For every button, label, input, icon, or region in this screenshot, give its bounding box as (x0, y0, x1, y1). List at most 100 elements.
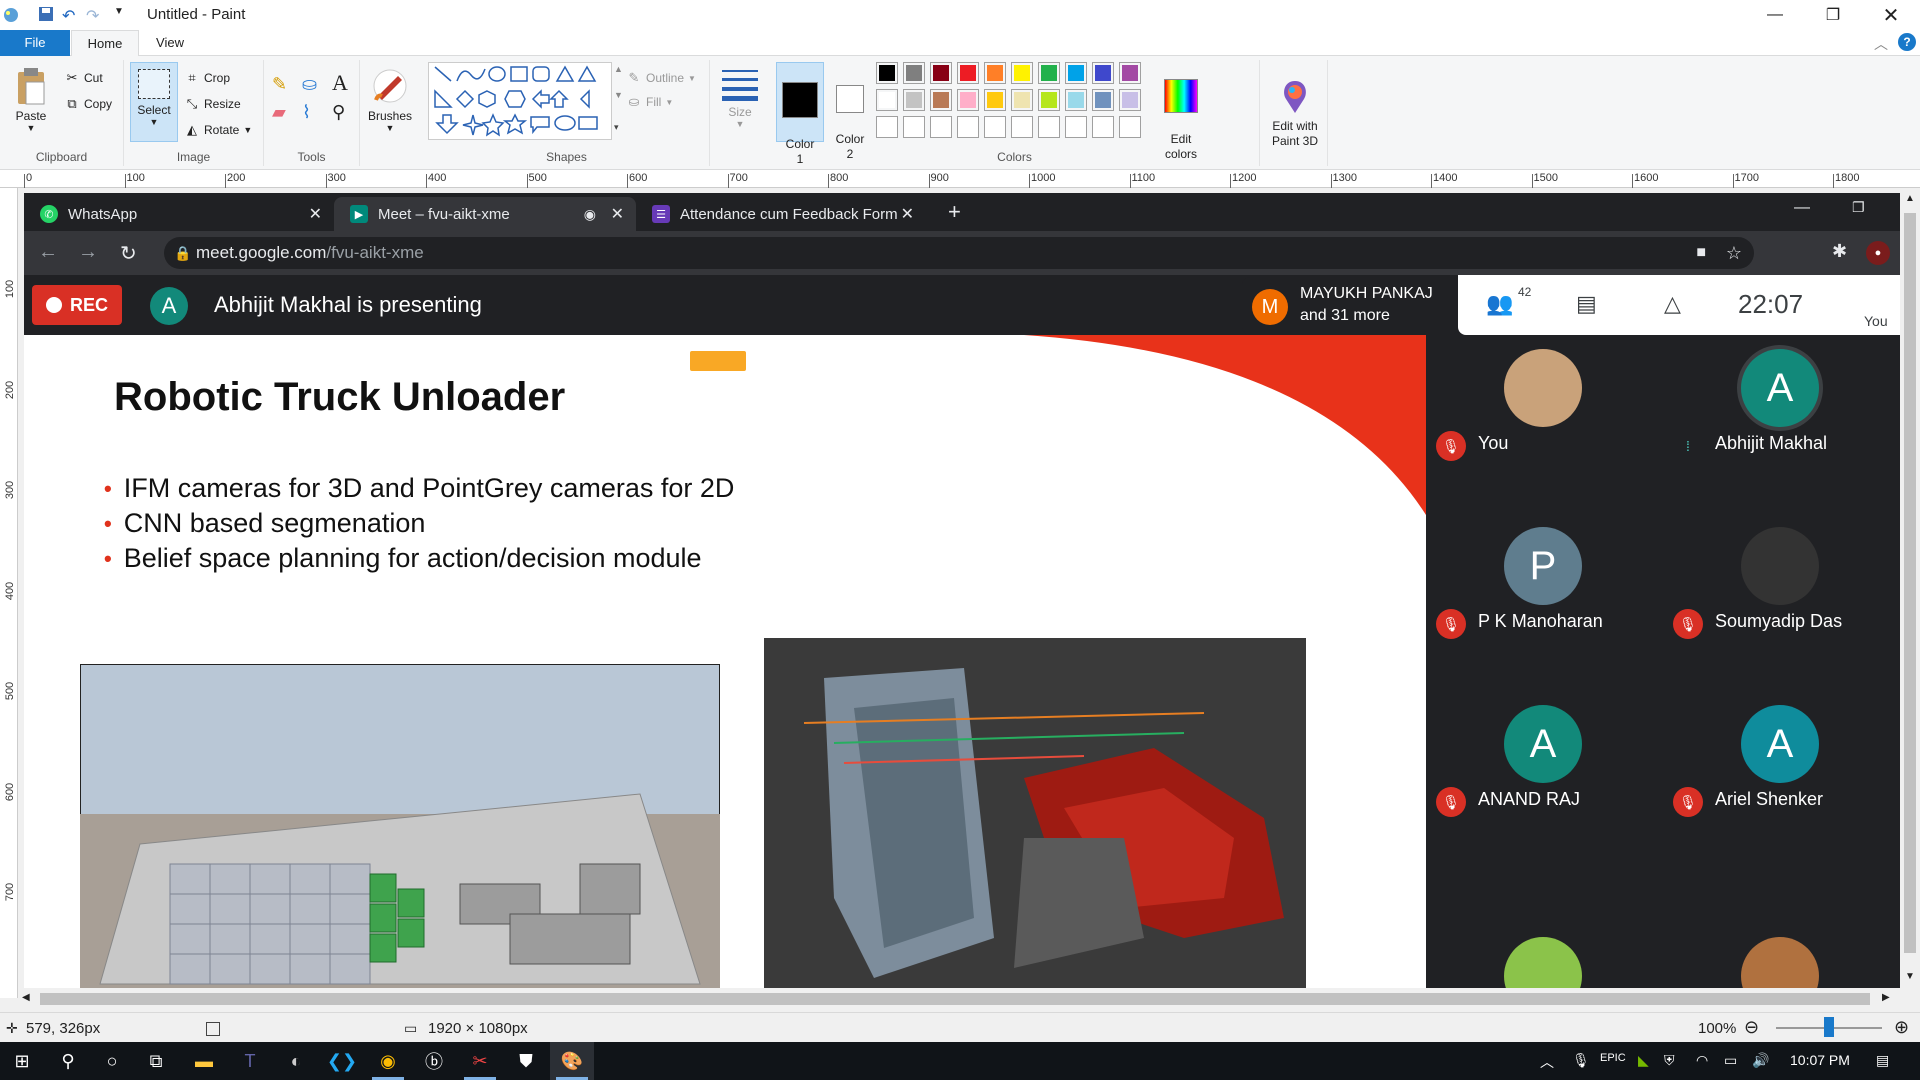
color2-button[interactable]: Color 2 (828, 62, 872, 161)
nvidia-icon[interactable]: ◣ (1638, 1052, 1649, 1069)
color-swatch[interactable] (1011, 62, 1033, 84)
paste-button[interactable]: Paste ▼ (8, 66, 54, 133)
close-tab-icon[interactable]: ✕ (901, 204, 914, 224)
color-swatch[interactable] (1065, 89, 1087, 111)
color-swatch[interactable] (876, 89, 898, 111)
reload-icon[interactable]: ↻ (120, 241, 137, 266)
browser-restore-icon[interactable]: ❐ (1852, 199, 1865, 216)
zoom-slider-thumb[interactable] (1824, 1017, 1834, 1037)
close-tab-icon[interactable]: ✕ (611, 204, 624, 224)
color-swatch[interactable] (984, 89, 1006, 111)
shapes-scroll-down-icon[interactable]: ▼ (614, 90, 623, 100)
participant-tile[interactable]: A ⁞ Abhijit Makhal (1663, 335, 1900, 513)
app-icon[interactable]: ⓑ (412, 1042, 456, 1080)
help-icon[interactable]: ? (1898, 33, 1916, 51)
tab-file[interactable]: File (0, 30, 70, 56)
paint-canvas[interactable]: ✆ WhatsApp ✕ ▶ Meet – fvu-aikt-xme ◉ ✕ ☰… (24, 193, 1900, 988)
defender-icon[interactable]: ⛨ (1664, 1052, 1675, 1069)
browser-minimize-icon[interactable]: — (1794, 199, 1810, 217)
tab-view[interactable]: View (139, 30, 201, 56)
windows-start-icon[interactable]: ⊞ (0, 1042, 44, 1080)
notifications-icon[interactable]: ▤ (1876, 1052, 1889, 1069)
restore-button[interactable]: ❐ (1804, 0, 1862, 30)
color-swatch[interactable] (930, 62, 952, 84)
horizontal-scrollbar[interactable]: ◀ ▶ (18, 988, 1900, 1010)
horizontal-scroll-thumb[interactable] (40, 993, 1870, 1005)
camera-in-use-icon[interactable]: ■ (1696, 237, 1706, 269)
task-view-icon[interactable]: ⧉ (134, 1042, 178, 1080)
new-tab-icon[interactable]: + (948, 199, 961, 225)
minimize-button[interactable]: — (1746, 0, 1804, 30)
participant-tile[interactable]: P 🎙 P K Manoharan (1426, 513, 1663, 691)
custom-color-swatch[interactable] (903, 116, 925, 138)
participant-tile[interactable]: A 🎙 ANAND RAJ (1426, 691, 1663, 869)
app-icon[interactable]: ◐ (274, 1042, 318, 1080)
fill-bucket-icon[interactable]: ⛀ (302, 74, 317, 95)
custom-color-swatch[interactable] (1119, 116, 1141, 138)
epic-icon[interactable]: EPIC (1600, 1052, 1626, 1064)
save-icon[interactable] (38, 6, 56, 24)
chrome-icon[interactable]: ◉ (366, 1042, 410, 1080)
custom-color-swatch[interactable] (1065, 116, 1087, 138)
custom-color-swatch[interactable] (957, 116, 979, 138)
custom-color-swatch[interactable] (1092, 116, 1114, 138)
custom-color-swatch[interactable] (1011, 116, 1033, 138)
profile-avatar[interactable]: ● (1866, 241, 1890, 265)
scroll-left-icon[interactable]: ◀ (22, 992, 30, 1003)
snipping-tool-icon[interactable]: ✂ (458, 1042, 502, 1080)
tab-home[interactable]: Home (71, 30, 139, 57)
cut-button[interactable]: ✂ Cut (64, 70, 103, 86)
rotate-button[interactable]: ◭ Rotate ▼ (184, 122, 252, 138)
customize-quick-access-icon[interactable]: ▼ (114, 6, 132, 24)
eraser-icon[interactable]: ▰ (272, 102, 286, 123)
color-swatch[interactable] (1065, 62, 1087, 84)
back-icon[interactable]: ← (38, 241, 58, 264)
edit-with-paint3d-button[interactable]: Edit with Paint 3D (1264, 64, 1326, 164)
color-swatch[interactable] (876, 62, 898, 84)
collapse-ribbon-icon[interactable]: ︿ (1874, 34, 1888, 54)
address-bar[interactable]: 🔒 meet.google.com/fvu-aikt-xme ■ ☆ (164, 237, 1754, 269)
scroll-down-icon[interactable]: ▼ (1905, 971, 1915, 982)
color1-button[interactable]: Color 1 (776, 62, 824, 166)
participant-tile[interactable]: A 🎙 Ariel Shenker (1663, 691, 1900, 869)
presenters-summary[interactable]: M MAYUKH PANKAJ and 31 more (1242, 277, 1458, 335)
scroll-up-icon[interactable]: ▲ (1905, 193, 1915, 204)
custom-color-swatch[interactable] (984, 116, 1006, 138)
custom-color-swatch[interactable] (1038, 116, 1060, 138)
custom-color-swatch[interactable] (876, 116, 898, 138)
participant-tile[interactable]: 🎙 You (1426, 335, 1663, 513)
teams-icon[interactable]: T (228, 1042, 272, 1080)
bookmark-star-icon[interactable]: ☆ (1726, 237, 1742, 269)
shapes-expand-icon[interactable]: ▾ (614, 122, 619, 133)
volume-icon[interactable]: 🔊 (1752, 1052, 1769, 1069)
size-button[interactable]: Size ▼ (718, 66, 762, 129)
color-swatch[interactable] (1119, 89, 1141, 111)
color-swatch[interactable] (903, 89, 925, 111)
magnifier-icon[interactable]: ⚲ (332, 102, 345, 123)
cortana-icon[interactable]: ○ (90, 1042, 134, 1080)
copy-button[interactable]: ⧉ Copy (64, 96, 112, 112)
extensions-icon[interactable]: ✱ (1832, 241, 1847, 262)
custom-color-swatch[interactable] (930, 116, 952, 138)
forward-icon[interactable]: → (78, 241, 98, 264)
close-tab-icon[interactable]: ✕ (309, 204, 322, 224)
crop-button[interactable]: ⌗ Crop (184, 70, 230, 86)
color-swatch[interactable] (984, 62, 1006, 84)
show-hidden-icons[interactable]: ︿ (1540, 1052, 1554, 1072)
paint-taskbar-icon[interactable]: 🎨 (550, 1042, 594, 1080)
browser-tab-meet[interactable]: ▶ Meet – fvu-aikt-xme ◉ ✕ (334, 197, 636, 231)
battery-icon[interactable]: ▭ (1724, 1052, 1737, 1069)
color-swatch[interactable] (1092, 89, 1114, 111)
undo-icon[interactable]: ↶ (62, 6, 80, 25)
color-swatch[interactable] (903, 62, 925, 84)
text-tool-icon[interactable]: A (332, 70, 348, 96)
shapes-gallery[interactable] (428, 62, 612, 140)
color-swatch[interactable] (1038, 89, 1060, 111)
zoom-out-icon[interactable]: ⊖ (1744, 1017, 1759, 1038)
color-swatch[interactable] (1119, 62, 1141, 84)
vertical-scroll-thumb[interactable] (1904, 213, 1916, 953)
color-swatch[interactable] (1038, 62, 1060, 84)
color-swatch[interactable] (930, 89, 952, 111)
browser-tab-forms[interactable]: ☰ Attendance cum Feedback Form ✕ (636, 197, 926, 231)
vertical-scrollbar[interactable]: ▲ ▼ (1900, 193, 1920, 988)
